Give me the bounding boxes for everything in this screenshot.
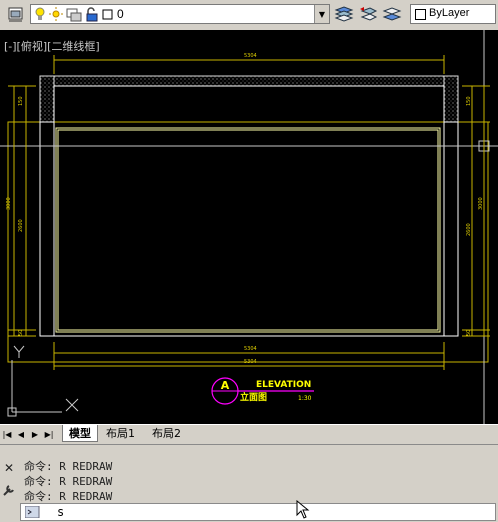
layer-name: 0 (117, 7, 124, 21)
wrench-icon[interactable] (2, 483, 16, 497)
command-input[interactable]: s (20, 503, 496, 521)
mouse-cursor-icon (296, 500, 310, 519)
elevation-outline (39, 85, 459, 337)
layer-state-icon (382, 7, 402, 21)
chevron-down-icon[interactable]: ▼ (314, 5, 329, 23)
dim-left-total: 3000 (6, 197, 12, 210)
title-block: A ELEVATION 立面图 1:30 (211, 377, 314, 405)
command-side-bar: ✕ (0, 459, 18, 505)
elevation-scale: 1:30 (298, 395, 312, 402)
view-controls[interactable]: [-][俯视][二维线框] (4, 38, 100, 54)
section-letter: A (221, 379, 230, 392)
next-tab-icon[interactable]: ▶ (30, 428, 40, 440)
sun-icon (49, 7, 63, 21)
tab-model[interactable]: 模型 (62, 425, 98, 442)
viewport-freeze-icon (66, 8, 82, 22)
dim-left-low: 50 (18, 330, 24, 336)
wall-hatch (39, 75, 459, 123)
layer-dropdown[interactable]: 0 ▼ (30, 4, 330, 24)
bulb-icon (35, 7, 45, 20)
dim-bottom-1: 5304 (244, 346, 257, 352)
layer-previous-icon (360, 7, 378, 21)
history-line: 命令: R REDRAW (24, 490, 113, 503)
command-window: ✕ 命令: R REDRAW 命令: R REDRAW 命令: R REDRAW… (0, 444, 498, 522)
linetype-dropdown[interactable]: ByLayer (410, 4, 496, 24)
tab-layout2[interactable]: 布局2 (146, 425, 187, 441)
dim-right-upper: 150 (466, 96, 472, 106)
layer-color-swatch (102, 9, 113, 20)
drawing-svg: 5304 5304 5304 3000 150 2600 50 3000 150… (0, 30, 498, 424)
make-current-layer-button[interactable] (332, 3, 356, 25)
dimensions (8, 55, 490, 370)
tab-layout1[interactable]: 布局1 (100, 425, 141, 441)
layer-manager-button[interactable] (4, 3, 28, 25)
elevation-subtitle: 立面图 (240, 391, 267, 403)
dim-left-mid: 2600 (18, 219, 24, 232)
dim-top: 5304 (244, 53, 257, 59)
dim-bottom-2: 5304 (244, 359, 257, 365)
layer-state-button[interactable] (380, 3, 404, 25)
dim-right-mid: 2600 (466, 223, 472, 236)
color-swatch (415, 9, 426, 20)
dim-left-upper: 150 (18, 96, 24, 106)
drawing-canvas[interactable]: 5304 5304 5304 3000 150 2600 50 3000 150… (0, 30, 498, 424)
outer-frame (7, 121, 489, 363)
linetype-label: ByLayer (429, 7, 470, 19)
layer-previous-button[interactable] (356, 3, 380, 25)
command-input-value: s (57, 505, 65, 519)
unlock-icon (86, 7, 98, 22)
history-line: 命令: R REDRAW (24, 475, 113, 488)
layout-tabs: |◀ ◀ ▶ ▶| 模型 布局1 布局2 (0, 424, 498, 443)
layer-manager-icon (8, 7, 23, 22)
cad-window: 0 ▼ ByLayer 5304 5304 5304 3000 150 2600… (0, 0, 498, 522)
close-icon[interactable]: ✕ (4, 461, 14, 475)
ucs-icon (7, 345, 79, 417)
first-tab-icon[interactable]: |◀ (2, 428, 12, 440)
elevation-title: ELEVATION (256, 380, 311, 390)
dim-right-total: 3000 (478, 197, 484, 210)
prev-tab-icon[interactable]: ◀ (16, 428, 26, 440)
command-history: 命令: R REDRAW 命令: R REDRAW 命令: R REDRAW (24, 459, 112, 504)
inner-panel (55, 127, 441, 333)
history-line: 命令: R REDRAW (24, 460, 113, 473)
layer-toolbar: 0 ▼ ByLayer (0, 0, 498, 31)
last-tab-icon[interactable]: ▶| (44, 428, 54, 440)
command-prompt-icon[interactable] (25, 506, 41, 518)
layer-stack-icon (334, 6, 354, 22)
dim-right-low: 50 (466, 330, 472, 336)
